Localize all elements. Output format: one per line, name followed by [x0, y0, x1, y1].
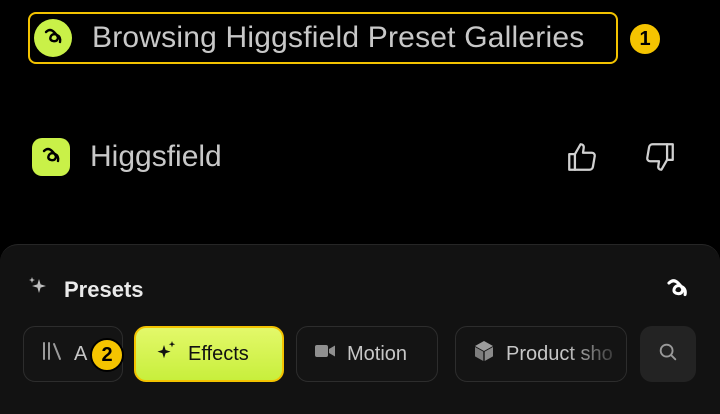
preset-chip-label: Effects [188, 342, 249, 365]
library-icon [40, 339, 64, 369]
browsing-status-text: Browsing Higgsfield Preset Galleries [92, 21, 585, 54]
higgsfield-logo-icon [34, 19, 72, 57]
browsing-status-row[interactable]: Browsing Higgsfield Preset Galleries [28, 12, 618, 64]
sparkles-icon [154, 339, 178, 369]
message-row: Higgsfield [32, 137, 692, 177]
preset-chip-label: Motion [347, 342, 408, 365]
presets-title: Presets [64, 276, 144, 302]
search-icon [657, 341, 679, 368]
sender-name: Higgsfield [90, 140, 222, 173]
thumbs-up-icon[interactable] [562, 137, 602, 177]
step-badge-2: 2 [90, 338, 124, 372]
search-button[interactable] [640, 326, 696, 382]
preset-chip-label: A [74, 342, 88, 365]
higgsfield-logo-icon [32, 138, 70, 176]
higgsfield-logo-icon [662, 275, 692, 310]
preset-chip-effects[interactable]: Effects [134, 326, 284, 382]
box-icon [472, 339, 496, 369]
sparkle-icon [26, 275, 50, 304]
thumbs-down-icon[interactable] [640, 137, 680, 177]
preset-chip-product-shot[interactable]: Product sho [455, 326, 627, 382]
presets-panel: Presets A Effects Motion Product sho [0, 244, 720, 414]
overflow-fade [566, 327, 626, 381]
presets-header: Presets [26, 275, 144, 304]
preset-chip-motion[interactable]: Motion [296, 326, 438, 382]
step-badge-1: 1 [628, 22, 662, 56]
video-camera-icon [313, 339, 337, 369]
